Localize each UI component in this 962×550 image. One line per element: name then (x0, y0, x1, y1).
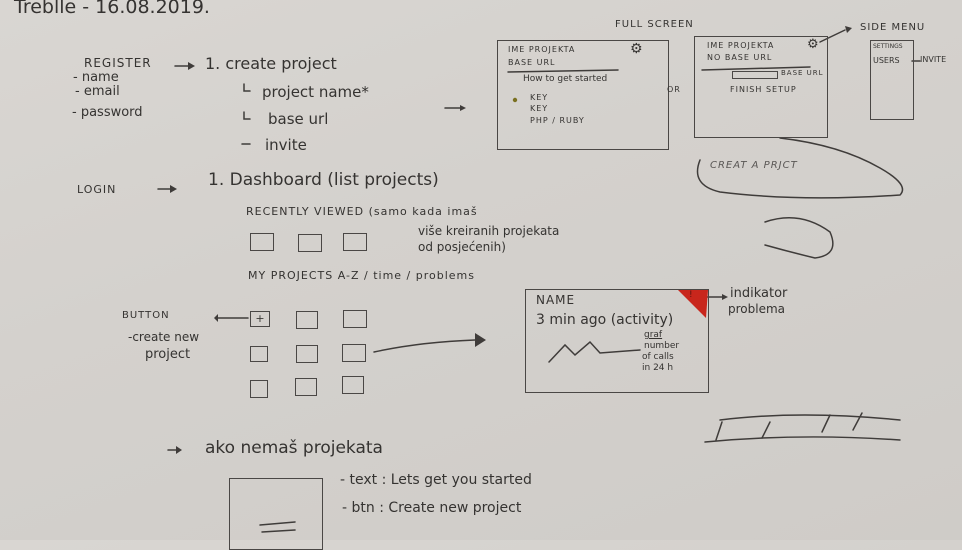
empty-state-btn-note: - btn : Create new project (342, 500, 522, 516)
fullscreen-label: FULL SCREEN (615, 19, 694, 30)
project-thumb[interactable] (343, 310, 367, 328)
recent-project-thumb[interactable] (343, 233, 367, 251)
recent-project-thumb[interactable] (250, 233, 274, 251)
empty-state-box (229, 478, 323, 550)
box1-key-2: KEY (530, 104, 549, 113)
or-label: OR (667, 85, 681, 94)
indicator-note-2: problema (728, 302, 786, 316)
fullscreen-box-no-url: IME PROJEKTA ⚙ NO BASE URL BASE URL FINI… (694, 36, 828, 138)
register-field-email: - email (75, 84, 120, 99)
side-menu-users[interactable]: USERS (873, 56, 900, 65)
box1-project-name: IME PROJEKTA (508, 45, 576, 54)
problem-indicator-icon[interactable] (676, 288, 710, 320)
project-thumb[interactable] (342, 376, 364, 394)
substep-project-name: project name* (262, 83, 369, 101)
doodle-text: CREAT A PRJCT (710, 160, 798, 171)
box1-base-url: BASE URL (508, 58, 556, 67)
register-field-password: - password (72, 105, 143, 120)
side-menu-label: SIDE MENU (860, 22, 926, 33)
gear-icon[interactable]: ⚙ (807, 37, 819, 52)
project-thumb[interactable] (296, 311, 318, 329)
card-activity: 3 min ago (activity) (536, 312, 674, 328)
hook-2 (243, 111, 251, 120)
gear-icon[interactable]: ⚙ (630, 41, 643, 57)
recently-viewed-heading: RECENTLY VIEWED (samo kada imaš (246, 205, 478, 218)
project-thumb[interactable] (250, 346, 268, 362)
finish-setup-button[interactable]: FINISH SETUP (730, 85, 797, 94)
box1-key-1: KEY (530, 93, 549, 102)
project-thumb[interactable] (250, 380, 268, 398)
sketch-line-top (719, 414, 901, 421)
recently-note-1: više kreiranih projekata (418, 224, 560, 238)
box1-howto: How to get started (523, 74, 608, 84)
empty-state-heading: ako nemaš projekata (205, 438, 383, 458)
indicator-note-1: indikator (730, 286, 788, 301)
empty-state-text-note: - text : Lets get you started (340, 472, 532, 488)
plus-icon: + (255, 312, 265, 325)
recently-note-2: od posjećenih) (418, 240, 506, 254)
substep-invite: invite (265, 136, 307, 154)
button-note-line1: -create new (128, 330, 200, 344)
problem-indicator-mark: ! (689, 290, 693, 300)
project-thumb[interactable] (295, 378, 317, 396)
side-menu-box: SETTINGS USERS (870, 40, 914, 120)
box2-project-name: IME PROJEKTA (707, 41, 775, 50)
fullscreen-box-with-url: IME PROJEKTA ⚙ BASE URL How to get start… (497, 40, 669, 150)
card-project-name: NAME (536, 293, 576, 307)
base-url-input[interactable] (732, 71, 778, 79)
page-title: Treblle - 16.08.2019. (14, 0, 210, 18)
hook-1 (243, 83, 251, 92)
side-menu-invite: INVITE (920, 55, 947, 64)
project-thumb[interactable] (342, 344, 366, 362)
recent-project-thumb[interactable] (298, 234, 322, 252)
substep-base-url: base url (268, 110, 329, 128)
arrow-to-card (373, 339, 476, 353)
card-graf-note-1: number (644, 341, 680, 351)
register-label: REGISTER (84, 56, 152, 70)
my-projects-heading: MY PROJECTS A-Z / time / problems (248, 269, 475, 282)
dashboard-step: 1. Dashboard (list projects) (208, 170, 439, 190)
card-graf-label: graf (644, 330, 663, 340)
button-note-title: BUTTON (122, 310, 170, 321)
create-project-button[interactable]: + (250, 311, 270, 327)
register-field-name: - name (73, 70, 119, 85)
project-card[interactable]: NAME 3 min ago (activity) graf number of… (525, 289, 709, 393)
box2-input-label: BASE URL (781, 69, 824, 77)
project-thumb[interactable] (296, 345, 318, 363)
box1-language: PHP / RUBY (530, 116, 585, 125)
create-project-step: 1. create project (205, 54, 337, 73)
button-note-line2: project (145, 347, 191, 362)
sketch-line-bottom (704, 436, 901, 443)
card-graf-note-3: in 24 h (642, 363, 674, 373)
card-graf-note-2: of calls (642, 352, 674, 362)
doodle-curve (764, 217, 834, 259)
login-label: LOGIN (77, 183, 117, 196)
box2-no-base-url: NO BASE URL (707, 53, 773, 62)
side-menu-settings[interactable]: SETTINGS (873, 43, 903, 50)
